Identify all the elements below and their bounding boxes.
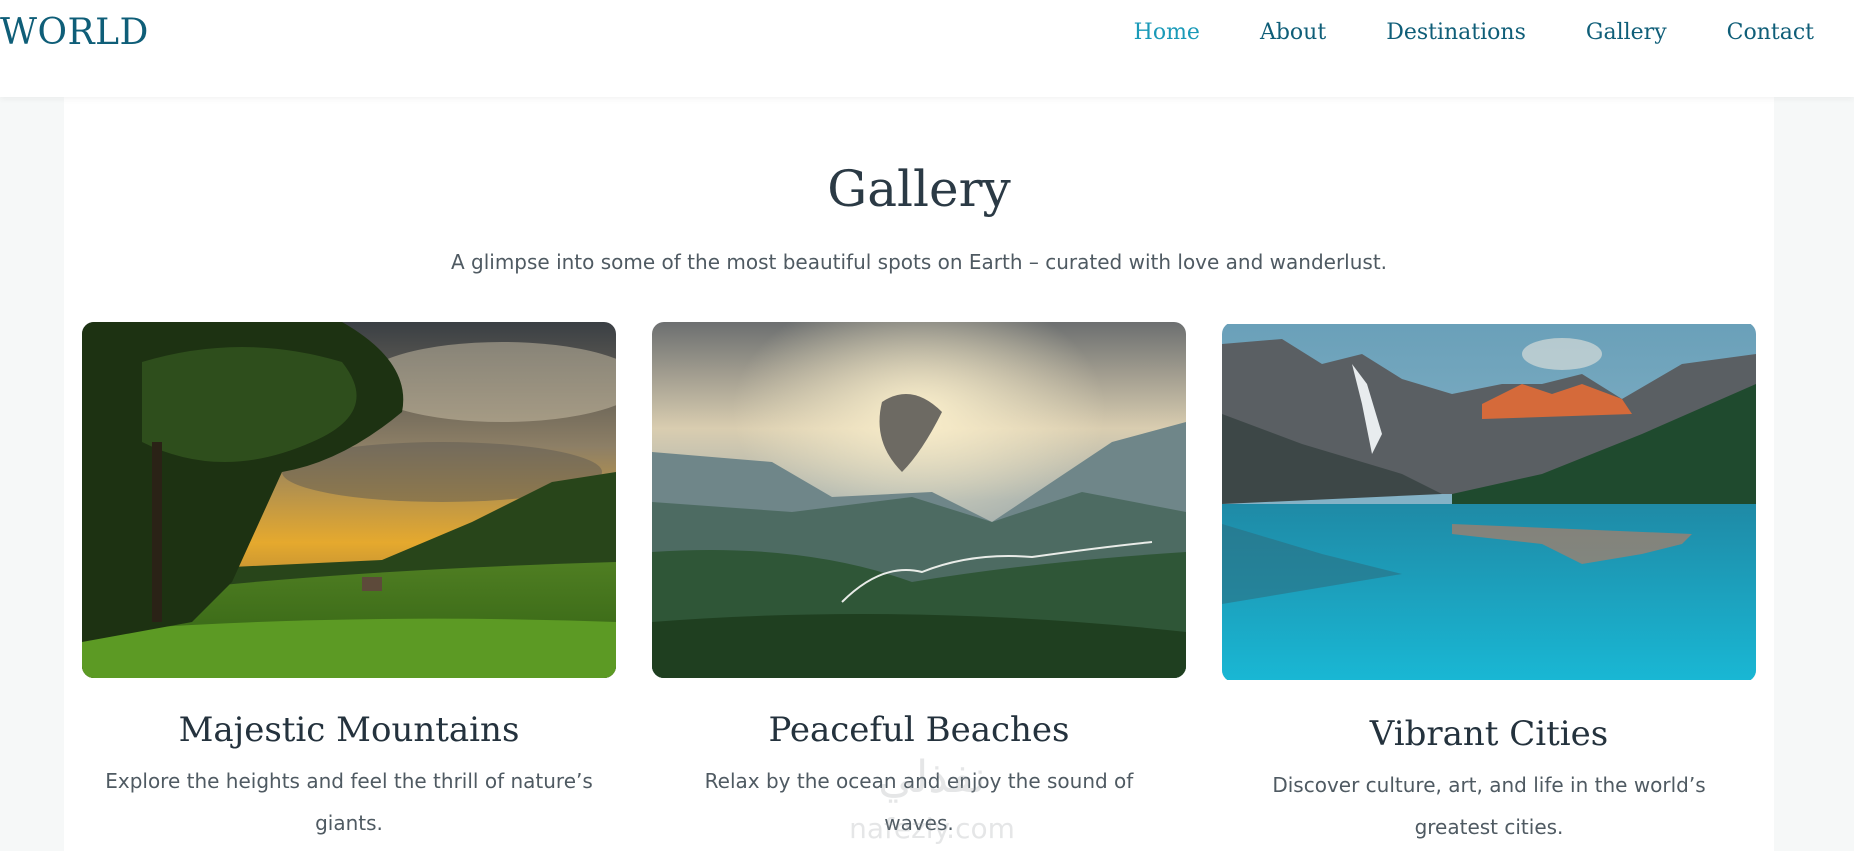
gallery-card[interactable]: Majestic Mountains Explore the heights a… bbox=[82, 322, 616, 844]
alpine-lake-image[interactable] bbox=[1222, 322, 1756, 682]
card-description: Explore the heights and feel the thrill … bbox=[105, 769, 593, 835]
gallery-card[interactable]: Vibrant Cities Discover culture, art, an… bbox=[1222, 322, 1756, 848]
nav-link-about[interactable]: About bbox=[1260, 20, 1326, 45]
nav-link-home[interactable]: Home bbox=[1134, 20, 1200, 45]
misty-valley-image[interactable] bbox=[652, 322, 1186, 678]
card-title: Vibrant Cities bbox=[1369, 714, 1609, 754]
navbar: WORLD Home About Destinations Gallery Co… bbox=[0, 0, 1854, 97]
gallery-section: Gallery A glimpse into some of the most … bbox=[64, 36, 1774, 851]
card-title: Peaceful Beaches bbox=[768, 710, 1070, 750]
card-description: Relax by the ocean and enjoy the sound o… bbox=[704, 769, 1134, 835]
main-nav: Home About Destinations Gallery Contact bbox=[1134, 20, 1814, 45]
card-title: Majestic Mountains bbox=[178, 710, 520, 750]
nav-link-contact[interactable]: Contact bbox=[1727, 20, 1814, 45]
logo[interactable]: WORLD bbox=[0, 12, 149, 53]
meadow-sunset-image[interactable] bbox=[82, 322, 616, 678]
page-subtitle: A glimpse into some of the most beautifu… bbox=[450, 250, 1388, 274]
nav-link-gallery[interactable]: Gallery bbox=[1586, 20, 1667, 45]
nav-link-destinations[interactable]: Destinations bbox=[1386, 20, 1526, 45]
card-description: Discover culture, art, and life in the w… bbox=[1272, 773, 1706, 839]
page-title: Gallery bbox=[827, 160, 1011, 218]
gallery-card[interactable]: Peaceful Beaches Relax by the ocean and … bbox=[652, 322, 1186, 844]
